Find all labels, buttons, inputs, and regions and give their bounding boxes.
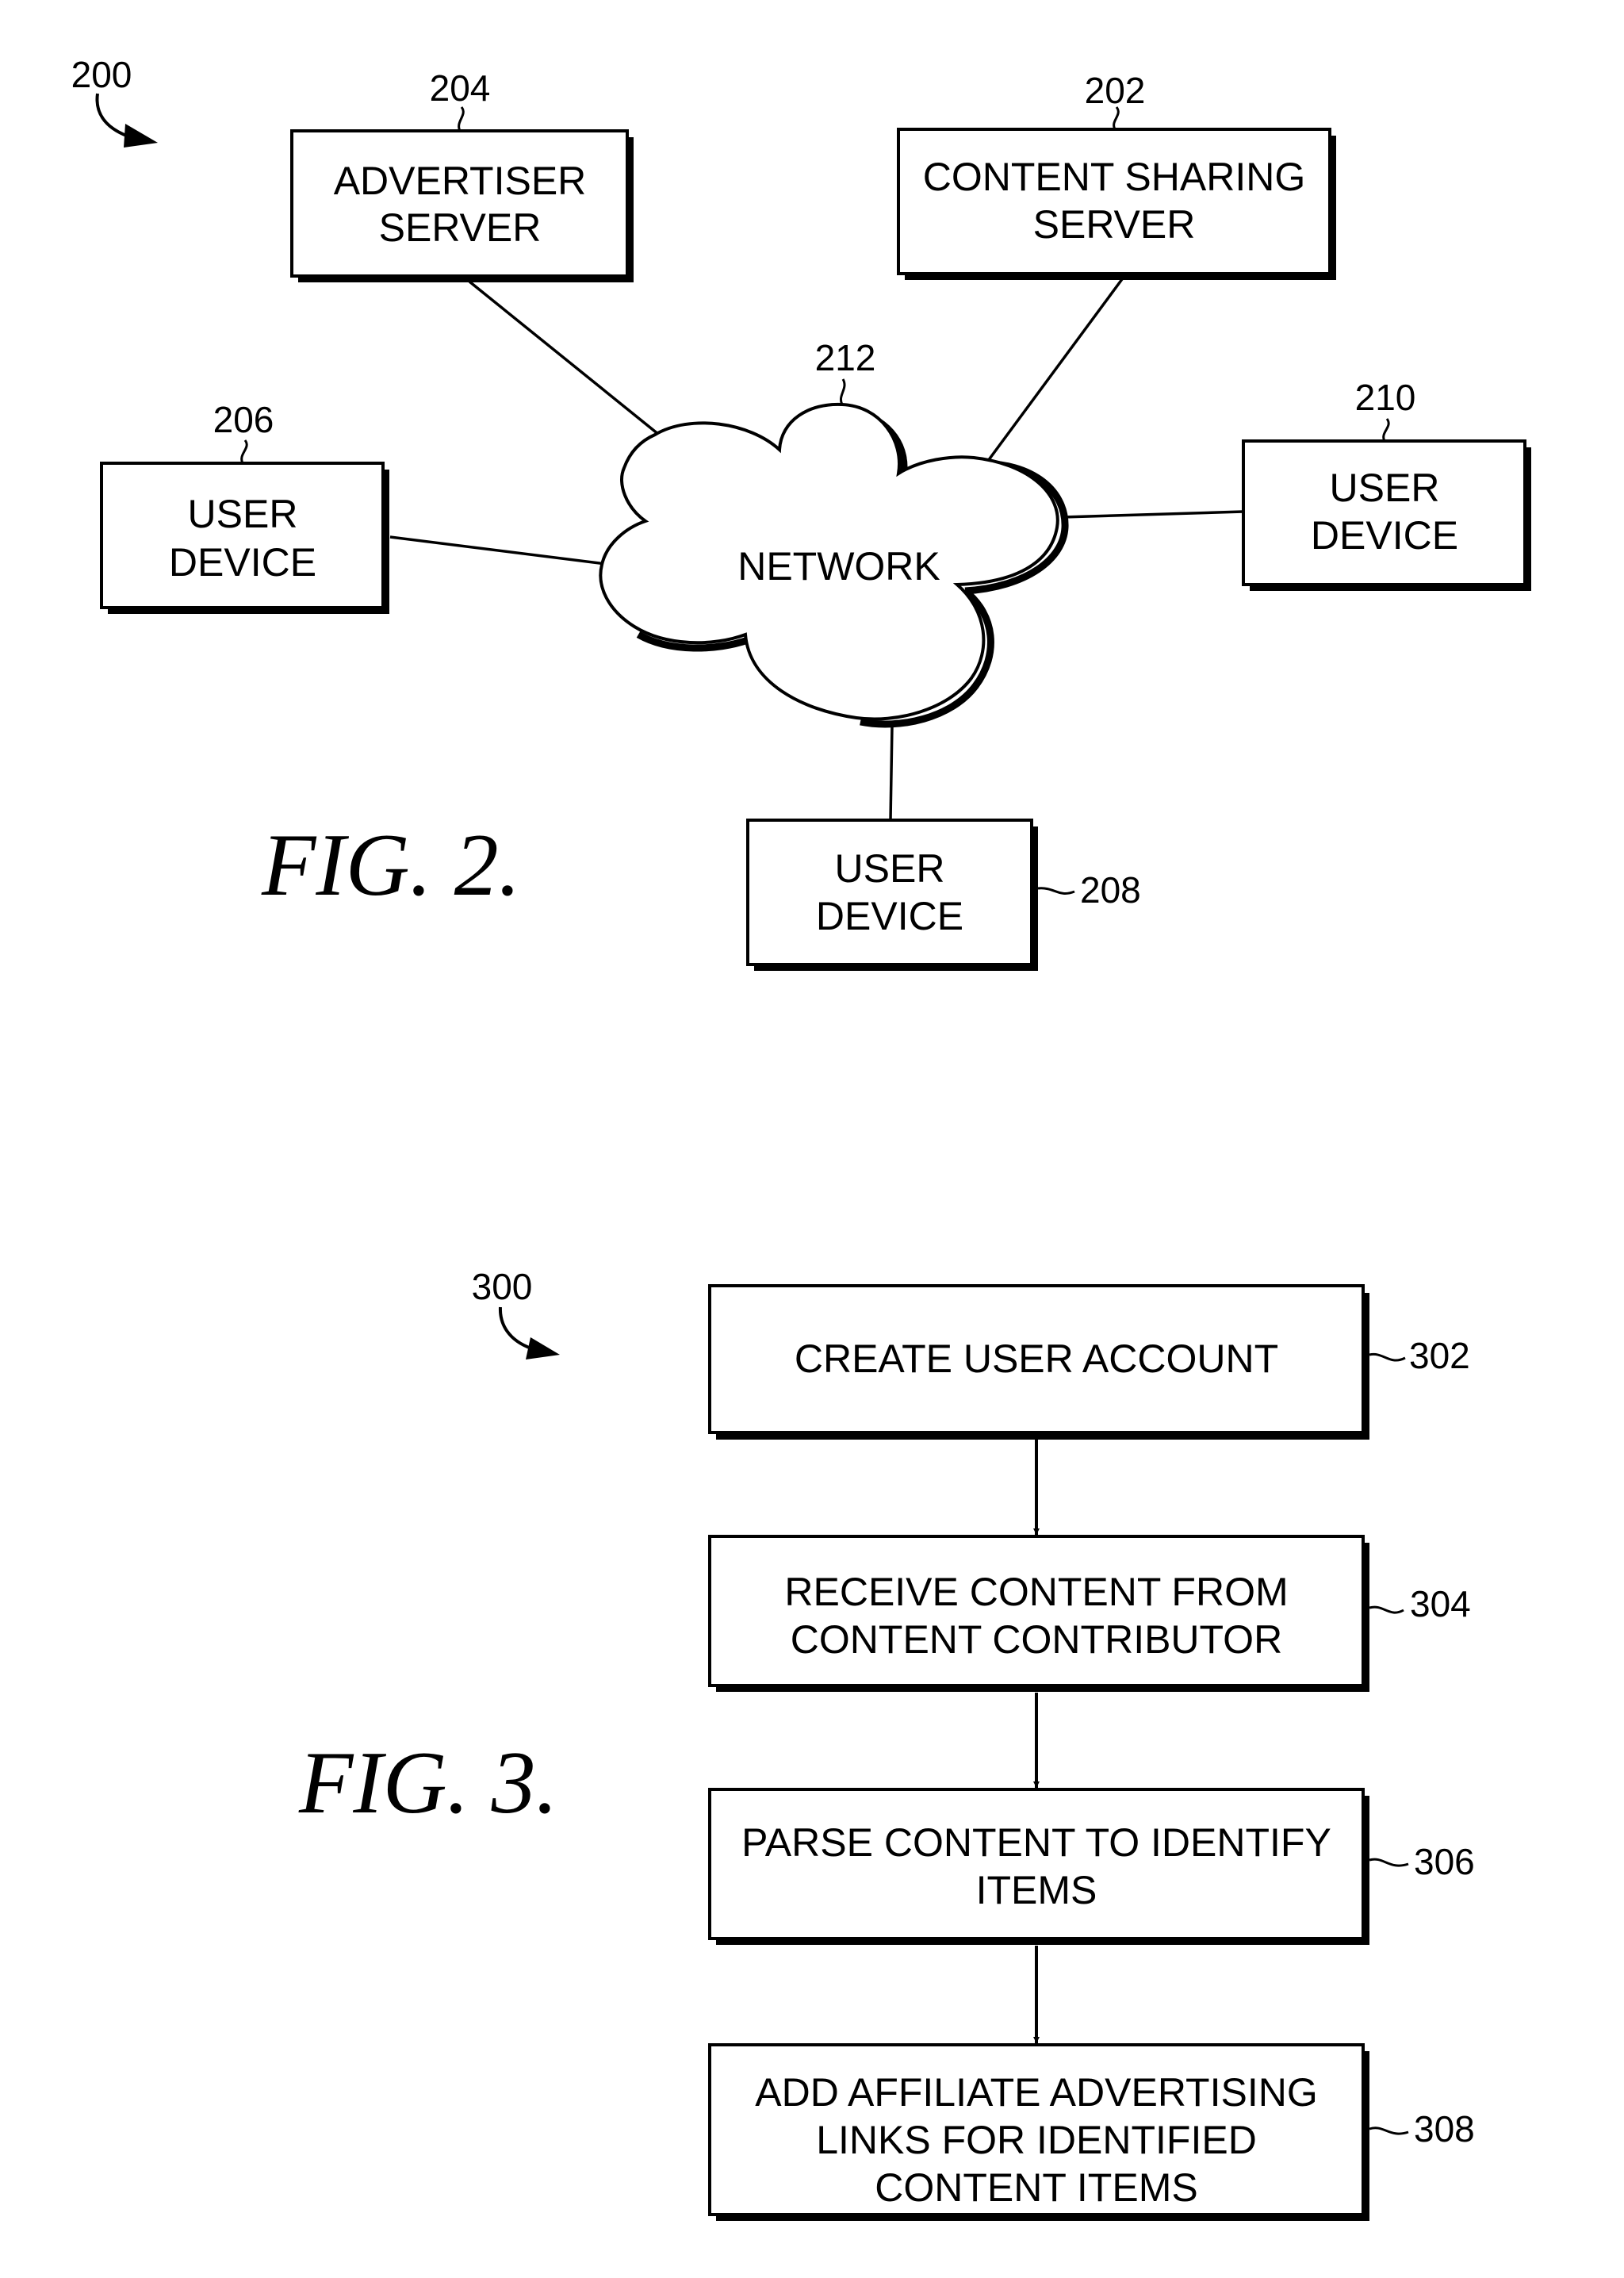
ref-leader	[1369, 2127, 1409, 2135]
ref-leader	[1369, 1605, 1404, 1614]
step-306-line-1: PARSE CONTENT TO IDENTIFY	[741, 1820, 1331, 1865]
user-device-208-box: USER DEVICE 208	[746, 819, 1141, 971]
link-device208-network	[889, 725, 894, 821]
fig2-ref-arrow-icon	[95, 93, 158, 148]
step-302-ref: 302	[1409, 1335, 1470, 1376]
ref-leader	[240, 439, 248, 464]
advertiser-server-line-1: ADVERTISER	[334, 159, 587, 203]
figure-3: 300 CREATE USER ACCOUNT 302 RECEIVE CONT…	[298, 1266, 1475, 2221]
network-label: NETWORK	[737, 544, 940, 589]
link-advertiser-network	[468, 280, 665, 439]
step-306-line-2: ITEMS	[976, 1868, 1097, 1912]
user-device-206-line-2: DEVICE	[169, 540, 316, 585]
content-sharing-server-ref: 202	[1085, 70, 1146, 111]
ref-leader	[458, 106, 465, 132]
fig2-caption: FIG. 2.	[261, 816, 521, 915]
step-304-line-2: CONTENT CONTRIBUTOR	[791, 1617, 1282, 1662]
ref-leader	[1037, 887, 1075, 895]
fig3-caption: FIG. 3.	[298, 1734, 558, 1832]
network-ref-label: 212	[815, 337, 876, 378]
advertiser-server-ref: 204	[430, 67, 491, 109]
user-device-206-line-1: USER	[188, 492, 298, 536]
step-308-line-2: LINKS FOR IDENTIFIED	[816, 2118, 1257, 2162]
link-device210-network	[1062, 510, 1244, 519]
step-308-line-3: CONTENT ITEMS	[875, 2165, 1197, 2210]
content-sharing-server-line-1: CONTENT SHARING	[923, 155, 1305, 199]
user-device-208-line-1: USER	[835, 846, 945, 891]
fig2-ref-label: 200	[71, 54, 132, 95]
step-304-line-1: RECEIVE CONTENT FROM	[784, 1570, 1288, 1614]
step-304-box: RECEIVE CONTENT FROM CONTENT CONTRIBUTOR…	[708, 1535, 1471, 1692]
user-device-210-line-2: DEVICE	[1311, 513, 1458, 558]
advertiser-server-line-2: SERVER	[379, 205, 542, 250]
user-device-206-box: USER DEVICE 206	[100, 399, 389, 614]
ref-leader	[1369, 1858, 1409, 1867]
content-sharing-server-line-2: SERVER	[1033, 202, 1196, 247]
network-cloud: NETWORK 212	[599, 337, 1069, 728]
ref-leader	[1382, 418, 1390, 442]
ref-leader	[1369, 1352, 1406, 1362]
patent-drawing-sheet: 200 NETWORK 212 ADVERTISER SERVER 204 CO…	[71, 54, 1531, 2221]
box-frame	[290, 129, 629, 278]
fig3-ref-label: 300	[472, 1266, 533, 1307]
step-302-line-1: CREATE USER ACCOUNT	[795, 1337, 1278, 1381]
advertiser-server-box: ADVERTISER SERVER 204	[290, 67, 634, 282]
figure-2: 200 NETWORK 212 ADVERTISER SERVER 204 CO…	[71, 54, 1531, 971]
step-304-ref: 304	[1410, 1583, 1471, 1624]
content-sharing-server-box: CONTENT SHARING SERVER 202	[897, 70, 1336, 280]
user-device-210-line-1: USER	[1330, 466, 1440, 510]
user-device-210-ref: 210	[1355, 377, 1416, 418]
box-frame	[746, 819, 1033, 966]
user-device-208-ref: 208	[1080, 869, 1141, 911]
link-device206-network	[389, 535, 613, 566]
step-306-ref: 306	[1414, 1841, 1475, 1882]
step-308-ref: 308	[1414, 2108, 1475, 2150]
user-device-208-line-2: DEVICE	[816, 894, 963, 938]
user-device-210-box: USER DEVICE 210	[1242, 377, 1531, 591]
step-308-line-1: ADD AFFILIATE ADVERTISING	[755, 2070, 1317, 2115]
step-308-box: ADD AFFILIATE ADVERTISING LINKS FOR IDEN…	[708, 2043, 1475, 2221]
step-306-box: PARSE CONTENT TO IDENTIFY ITEMS 306	[708, 1788, 1475, 1945]
network-ref-leader	[840, 378, 846, 405]
user-device-206-ref: 206	[213, 399, 274, 440]
fig3-ref-arrow-icon	[498, 1306, 560, 1360]
step-302-box: CREATE USER ACCOUNT 302	[708, 1284, 1470, 1440]
box-frame	[897, 128, 1331, 275]
link-content-server-network	[984, 278, 1124, 466]
